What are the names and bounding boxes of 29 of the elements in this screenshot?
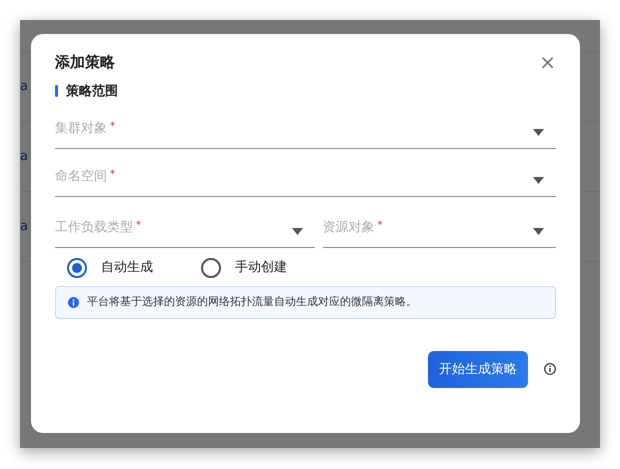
row-text: a <box>20 150 28 163</box>
caret-icon <box>533 129 544 136</box>
radio-option[interactable]: 手动创建 <box>201 258 287 278</box>
required-mark: * <box>136 220 141 230</box>
required-mark: * <box>110 168 115 180</box>
select-field[interactable]: 工作负载类型 * <box>55 208 314 248</box>
radio-option[interactable]: 自动生成 <box>67 258 153 278</box>
field-label: 集群对象 * <box>55 120 115 138</box>
section-marker <box>55 85 58 98</box>
notice-text: 平台将基于选择的资源的网络拓扑流量自动生成对应的微隔离策略。 <box>87 294 417 310</box>
field-label: 工作负载类型 * <box>55 218 141 236</box>
select-field[interactable]: 集群对象 * <box>55 109 556 149</box>
close-button[interactable]: × <box>539 52 556 72</box>
select-field[interactable]: 资源对象 * <box>322 208 556 248</box>
field-label: 资源对象 * <box>322 218 382 236</box>
required-mark: * <box>110 120 115 132</box>
caret-icon <box>292 228 302 235</box>
field-label: 命名空间 * <box>55 168 115 186</box>
select-field[interactable]: 命名空间 * <box>55 157 556 197</box>
row-text: a <box>20 80 28 93</box>
caret-icon <box>533 177 544 184</box>
info-icon[interactable] <box>544 363 556 376</box>
row-text: a <box>20 220 28 233</box>
info-icon <box>68 296 79 308</box>
dialog-title: 添加策略 <box>55 52 115 73</box>
submit-button[interactable]: 开始生成策略 <box>428 350 528 388</box>
caret-icon <box>533 228 544 235</box>
required-mark: * <box>378 220 382 230</box>
section-title: 策略范围 <box>66 82 118 100</box>
